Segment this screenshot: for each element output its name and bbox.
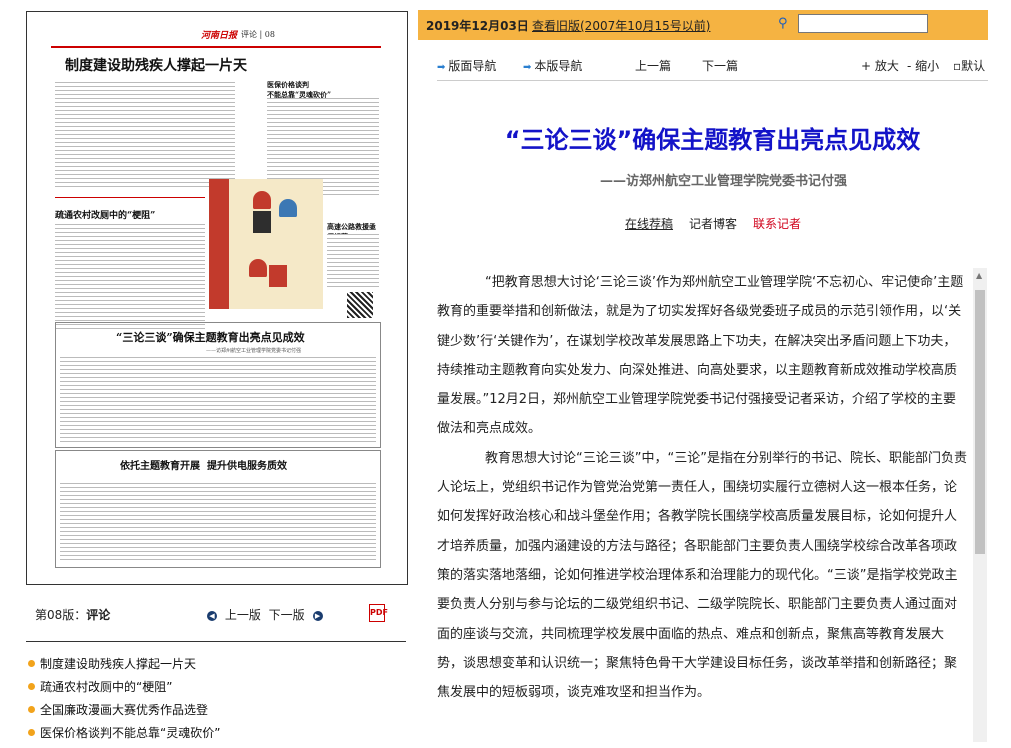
- old-version-link[interactable]: 查看旧版(2007年10月15号以前): [532, 17, 710, 34]
- newspaper-section: 评论 | 08: [241, 30, 275, 39]
- qr-code: [347, 292, 373, 318]
- np-text-block: [60, 357, 376, 443]
- article-toolbar: ➡ 版面导航 ➡ 本版导航 上一篇 下一篇 + 放大 - 缩小 ▫默认: [437, 57, 988, 73]
- np-text-block: [55, 224, 205, 332]
- layout-nav-link[interactable]: ➡ 版面导航: [437, 57, 496, 74]
- left-panel: 河南日报 评论 | 08 制度建设助残疾人撑起一片天 医保价格谈判 不能总靠“灵…: [0, 0, 415, 742]
- article-paragraph: 教育思想大讨论“三论三谈”中，“三论”是指在分别举行的书记、院长、职能部门负责人…: [437, 450, 967, 701]
- search-input[interactable]: [798, 14, 928, 33]
- np-headline-top[interactable]: 制度建设助残疾人撑起一片天: [65, 55, 247, 75]
- zoom-in-button[interactable]: + 放大: [861, 57, 899, 74]
- article-title: “三论三谈”确保主题教育出亮点见成效: [504, 126, 921, 154]
- page-nav-link[interactable]: ➡ 本版导航: [523, 57, 582, 74]
- newspaper-masthead: 河南日报 评论 | 08: [51, 22, 381, 48]
- article-paragraph: “把教育思想大讨论‘三论三谈’作为郑州航空工业管理学院‘不忘初心、牢记使命’主题…: [437, 275, 964, 437]
- contact-link[interactable]: 联系记者: [753, 215, 801, 232]
- article-subtitle: ——访郑州航空工业管理学院党委书记付强: [600, 174, 848, 189]
- list-item[interactable]: 医保价格谈判不能总靠“灵魂砍价”: [28, 725, 220, 748]
- page-bar: 第08版：评论 ◀ 上一版 下一版 ▶ PDF: [35, 604, 407, 624]
- scrollbar-thumb[interactable]: [975, 290, 985, 554]
- np-headline-main: “三论三谈”确保主题教育出亮点见成效: [116, 331, 305, 344]
- next-arrow-icon[interactable]: ▶: [312, 610, 323, 621]
- page-label: 第08版：评论: [35, 608, 111, 622]
- np-text-block: [60, 483, 376, 563]
- np-headline-side[interactable]: 医保价格谈判 不能总靠“灵魂砍价”: [267, 80, 331, 100]
- search-icon[interactable]: ⚲: [778, 16, 788, 31]
- bullet-icon: [28, 660, 35, 667]
- list-item[interactable]: 疏通农村改厕中的“梗阻”: [28, 679, 220, 702]
- np-bottom-article-box[interactable]: 依托主题教育开展 提升供电服务质效: [55, 450, 381, 568]
- scrollbar[interactable]: ▲: [973, 268, 987, 742]
- article-list: 制度建设助残疾人撑起一片天 疏通农村改厕中的“梗阻” 全国廉政漫画大赛优秀作品选…: [28, 656, 220, 748]
- date-bar: 2019年12月03日 查看旧版(2007年10月15号以前) ⚲: [418, 10, 988, 40]
- prev-page-link[interactable]: 上一版: [225, 608, 261, 622]
- page-nav: ◀ 上一版 下一版 ▶: [205, 606, 325, 623]
- next-article-link[interactable]: 下一篇: [702, 57, 738, 74]
- submit-link[interactable]: 在线荐稿: [625, 215, 673, 232]
- newspaper-page[interactable]: 河南日报 评论 | 08 制度建设助残疾人撑起一片天 医保价格谈判 不能总靠“灵…: [51, 22, 381, 570]
- scroll-up-icon[interactable]: ▲: [976, 271, 982, 280]
- np-divider: [55, 197, 205, 198]
- cartoon-side-banner: [209, 179, 229, 309]
- article-body: “把教育思想大讨论‘三论三谈’作为郑州航空工业管理学院‘不忘初心、牢记使命’主题…: [437, 268, 967, 742]
- np-text-block: [327, 234, 379, 290]
- bullet-icon: [28, 683, 35, 690]
- issue-date: 2019年12月03日: [426, 19, 529, 33]
- np-text-block: [55, 82, 235, 190]
- bullet-icon: [28, 729, 35, 736]
- arrow-right-icon: ➡: [523, 62, 532, 73]
- blog-link[interactable]: 记者博客: [689, 215, 737, 232]
- np-headline-main-sub: ——访郑州航空工业管理学院党委书记付强: [206, 348, 302, 354]
- next-page-link[interactable]: 下一版: [269, 608, 305, 622]
- newspaper-logo: 河南日报: [201, 31, 238, 41]
- zoom-out-button[interactable]: - 缩小: [907, 57, 939, 74]
- list-item[interactable]: 制度建设助残疾人撑起一片天: [28, 656, 220, 679]
- np-main-article-box[interactable]: “三论三谈”确保主题教育出亮点见成效 ——访郑州航空工业管理学院党委书记付强: [55, 322, 381, 448]
- np-headline-bottom: 依托主题教育开展 提升供电服务质效: [120, 461, 287, 472]
- default-size-button[interactable]: ▫默认: [953, 57, 985, 74]
- toolbar-divider: [437, 80, 988, 81]
- pdf-icon[interactable]: PDF: [369, 604, 388, 622]
- newspaper-page-thumbnail[interactable]: 河南日报 评论 | 08 制度建设助残疾人撑起一片天 医保价格谈判 不能总靠“灵…: [26, 11, 408, 585]
- divider: [26, 641, 406, 642]
- prev-arrow-icon[interactable]: ◀: [207, 610, 217, 621]
- bullet-icon: [28, 706, 35, 713]
- list-item[interactable]: 全国廉政漫画大赛优秀作品选登: [28, 702, 220, 725]
- prev-article-link[interactable]: 上一篇: [635, 57, 671, 74]
- arrow-right-icon: ➡: [437, 62, 446, 73]
- np-headline-mid[interactable]: 疏通农村改厕中的“梗阻”: [55, 208, 155, 221]
